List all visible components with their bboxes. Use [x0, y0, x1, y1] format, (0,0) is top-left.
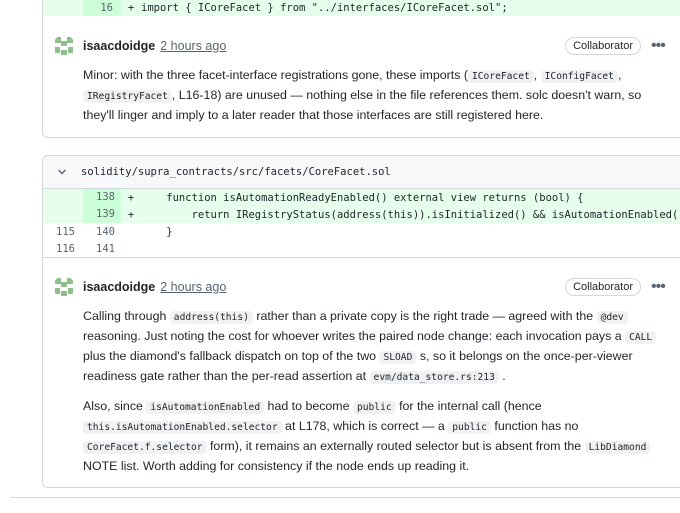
- old-line-number: 116: [56, 242, 75, 255]
- comment-body: Minor: with the three facet-interface re…: [83, 66, 673, 124]
- divider: [10, 497, 680, 498]
- comment-paragraph: Calling through address(this) rather tha…: [83, 307, 673, 387]
- comment-paragraph: Also, since isAutomationEnabled had to b…: [83, 397, 673, 475]
- author-link[interactable]: isaacdoidge: [83, 280, 155, 294]
- identicon-icon: [53, 35, 75, 57]
- inline-code: @dev: [596, 311, 628, 324]
- file-path[interactable]: solidity/supra_contracts/src/facets/Core…: [81, 166, 391, 178]
- author-link[interactable]: isaacdoidge: [83, 39, 155, 53]
- old-line-number: 115: [56, 225, 75, 238]
- inline-code: SLOAD: [379, 351, 417, 364]
- inline-code: ICoreFacet: [467, 70, 534, 83]
- collaborator-badge: Collaborator: [565, 278, 641, 296]
- diff-code: return IRegistryStatus(address(this)).is…: [141, 208, 680, 221]
- comment-2: isaacdoidge 2 hours ago Collaborator •••…: [53, 275, 671, 485]
- diff-line: 16 + import { ICoreFacet } from "../inte…: [43, 0, 680, 16]
- comment-header: isaacdoidge 2 hours ago Collaborator •••: [53, 34, 671, 58]
- diff-line: 116 141: [43, 240, 680, 257]
- comment-1: isaacdoidge 2 hours ago Collaborator •••…: [53, 34, 671, 134]
- diff-code: }: [141, 225, 173, 238]
- file-header[interactable]: solidity/supra_contracts/src/facets/Core…: [43, 156, 680, 189]
- diff-code: function isAutomationReadyEnabled() exte…: [141, 191, 584, 204]
- collaborator-badge: Collaborator: [565, 37, 641, 55]
- inline-code: address(this): [169, 311, 253, 324]
- inline-code: CALL: [625, 331, 657, 344]
- new-line-number: 140: [96, 225, 115, 238]
- inline-code: evm/data_store.rs:213: [369, 371, 499, 384]
- diff-sign: +: [127, 208, 135, 221]
- chevron-down-icon[interactable]: [57, 167, 67, 177]
- diff-sign: +: [127, 191, 135, 204]
- inline-code: this.isAutomationEnabled.selector: [83, 421, 282, 434]
- new-line-number: 16: [83, 0, 121, 16]
- diff-line: 115 140 }: [43, 223, 680, 240]
- diff-sign: +: [127, 2, 135, 14]
- review-thread-1: 16 + import { ICoreFacet } from "../inte…: [42, 0, 680, 138]
- timestamp-link[interactable]: 2 hours ago: [160, 280, 226, 294]
- comment-body: Calling through address(this) rather tha…: [83, 307, 673, 475]
- inline-code: CoreFacet.f.selector: [83, 441, 207, 454]
- kebab-horizontal-icon[interactable]: •••: [651, 279, 669, 295]
- diff-line: 139 + return IRegistryStatus(address(thi…: [43, 206, 680, 223]
- inline-code: isAutomationEnabled: [146, 401, 265, 414]
- kebab-horizontal-icon[interactable]: •••: [651, 38, 669, 54]
- new-line-number: 141: [96, 242, 115, 255]
- identicon-icon: [53, 276, 75, 298]
- new-line-number: 138: [83, 189, 121, 206]
- diff-table: 138 + function isAutomationReadyEnabled(…: [43, 189, 680, 257]
- inline-code: public: [352, 401, 396, 414]
- old-line-number: [43, 189, 83, 206]
- inline-code: public: [448, 421, 491, 434]
- timestamp-link[interactable]: 2 hours ago: [160, 39, 226, 53]
- avatar[interactable]: [53, 35, 75, 57]
- inline-code: LibDiamond: [584, 441, 651, 454]
- inline-code: IConfigFacet: [540, 70, 618, 83]
- inline-code: IRegistryFacet: [83, 90, 172, 103]
- avatar[interactable]: [53, 276, 75, 298]
- diff-line: 138 + function isAutomationReadyEnabled(…: [43, 189, 680, 206]
- comment-paragraph: Minor: with the three facet-interface re…: [83, 68, 642, 122]
- diff-code: import { ICoreFacet } from "../interface…: [141, 2, 508, 14]
- old-line-number: [43, 206, 83, 223]
- review-thread-2: solidity/supra_contracts/src/facets/Core…: [42, 155, 680, 488]
- new-line-number: 139: [83, 206, 121, 223]
- comment-header: isaacdoidge 2 hours ago Collaborator •••: [53, 275, 671, 299]
